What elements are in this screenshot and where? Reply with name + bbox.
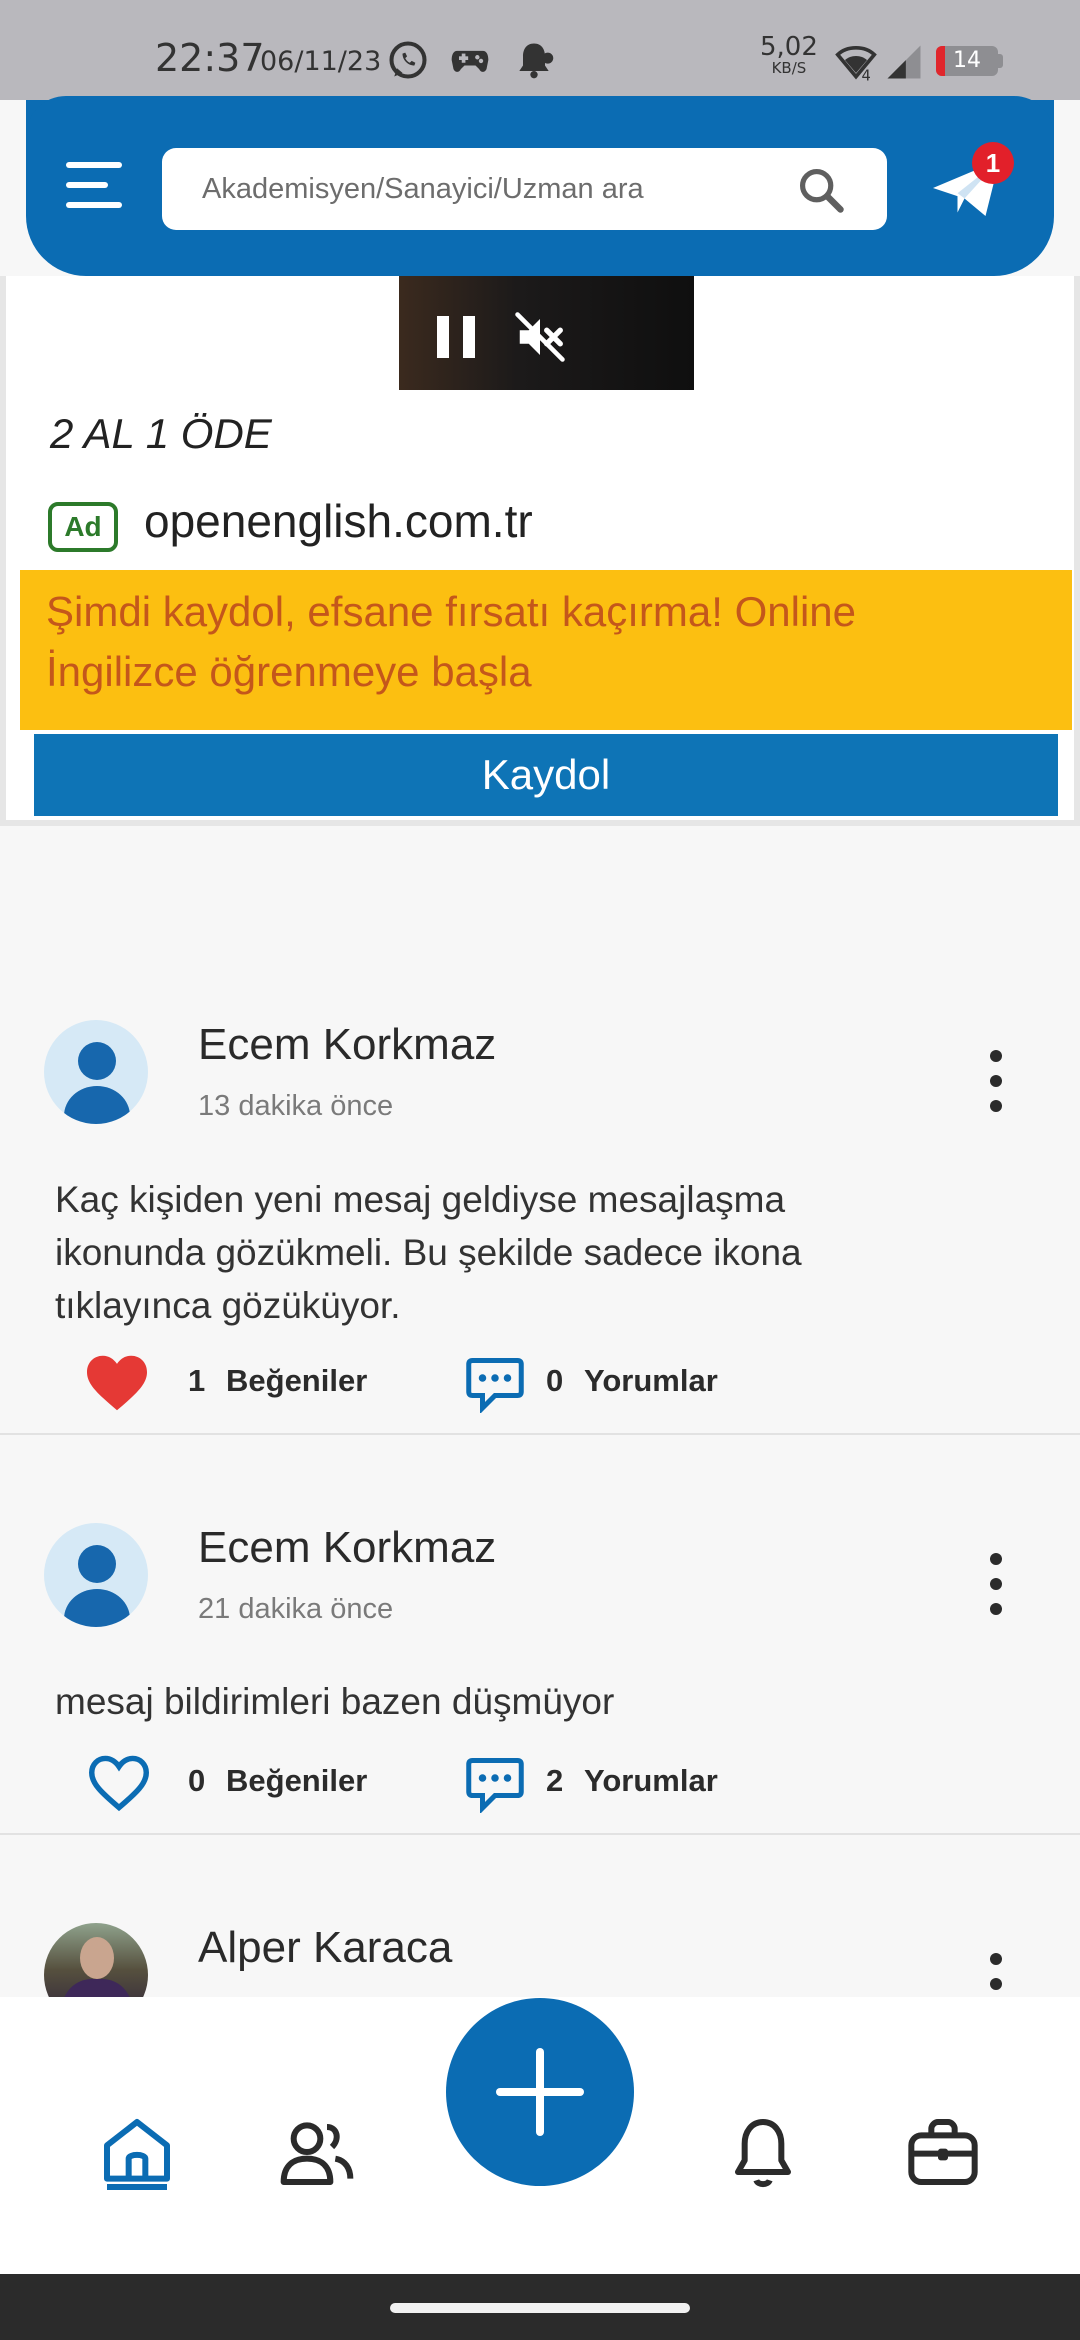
post-card: Alper Karaca [0, 1837, 1080, 1997]
battery-indicator: 14 [936, 46, 998, 76]
add-post-button[interactable] [446, 1998, 634, 2186]
home-icon[interactable] [97, 2112, 177, 2192]
comment-label: Yorumlar [584, 1363, 718, 1398]
post-text-line: tıklayınca gözüküyor. [55, 1285, 401, 1326]
briefcase-icon[interactable] [903, 2112, 983, 2192]
wifi-icon: 4 [835, 45, 877, 84]
post-author[interactable]: Alper Karaca [198, 1923, 452, 1973]
comment-button[interactable]: 0 Yorumlar [464, 1353, 764, 1413]
status-time: 22:37 [155, 36, 265, 80]
whatsapp-icon [389, 41, 427, 79]
post-text: Kaç kişiden yeni mesaj geldiyse mesajlaş… [55, 1173, 1035, 1332]
post-text: mesaj bildirimleri bazen düşmüyor [55, 1675, 1035, 1728]
menu-button[interactable] [66, 162, 122, 212]
game-controller-icon [451, 50, 489, 72]
ad-domain[interactable]: openenglish.com.tr [144, 494, 533, 548]
like-count: 1 [188, 1363, 206, 1398]
network-speed: 5,02 KB/S [760, 34, 818, 76]
post-text-line: ikonunda gözükmeli. Bu şekilde sadece ik… [55, 1232, 802, 1273]
search-bar [162, 148, 887, 230]
ad-video[interactable] [399, 276, 694, 390]
post-author[interactable]: Ecem Korkmaz [198, 1020, 496, 1070]
bell-icon[interactable] [723, 2112, 803, 2192]
ad-container[interactable]: 2 AL 1 ÖDE Ad openenglish.com.tr Şimdi k… [0, 276, 1080, 826]
comment-count: 2 [546, 1763, 564, 1798]
network-speed-value: 5,02 [760, 32, 818, 62]
pause-icon[interactable] [437, 316, 477, 358]
battery-percent: 14 [953, 48, 981, 73]
post-text-line: mesaj bildirimleri bazen düşmüyor [55, 1681, 615, 1722]
heart-icon [88, 1755, 150, 1812]
more-options-button[interactable] [976, 1553, 1016, 1617]
ad-headline: 2 AL 1 ÖDE [50, 410, 272, 457]
ad-label: Ad [48, 502, 118, 552]
notification-bell-icon [519, 43, 554, 79]
network-speed-unit: KB/S [771, 59, 807, 77]
message-badge: 1 [972, 142, 1014, 184]
home-gesture-pill[interactable] [390, 2303, 690, 2313]
app-header: 1 [26, 96, 1054, 276]
post-text-line: Kaç kişiden yeni mesaj geldiyse mesajlaş… [55, 1179, 786, 1220]
avatar[interactable] [44, 1523, 148, 1627]
more-options-button[interactable] [976, 1953, 1016, 1997]
like-button[interactable]: 1 Beğeniler [84, 1353, 384, 1413]
comment-button[interactable]: 2 Yorumlar [464, 1753, 764, 1813]
cellular-signal-icon [887, 45, 921, 79]
ad-banner-line: Şimdi kaydol, efsane fırsatı kaçırma! On… [46, 588, 856, 635]
status-date: 06/11/23 [260, 46, 382, 77]
heart-icon [87, 1355, 147, 1411]
battery-nub [998, 54, 1003, 68]
post-card: Ecem Korkmaz 21 dakika önce mesaj bildir… [0, 1437, 1080, 1835]
like-button[interactable]: 0 Beğeniler [86, 1753, 386, 1813]
avatar[interactable] [44, 1923, 148, 1997]
ad-banner-line: İngilizce öğrenmeye başla [46, 648, 532, 695]
like-label: Beğeniler [226, 1763, 368, 1798]
post-time: 21 dakika önce [198, 1593, 394, 1625]
comment-count: 0 [546, 1363, 564, 1398]
comment-bubble-icon [466, 1358, 524, 1413]
svg-text:4: 4 [862, 67, 871, 84]
post-time: 13 dakika önce [198, 1090, 394, 1122]
comment-label: Yorumlar [584, 1763, 718, 1798]
system-gesture-bar [0, 2274, 1080, 2340]
avatar[interactable] [44, 1020, 148, 1124]
search-icon[interactable] [795, 164, 847, 216]
status-bar: 22:37 06/11/23 5,02 KB/S 4 14 [0, 0, 1080, 100]
like-label: Beğeniler [226, 1363, 368, 1398]
people-icon[interactable] [277, 2112, 357, 2192]
ad-cta-button[interactable]: Kaydol [34, 734, 1058, 816]
comment-bubble-icon [466, 1758, 524, 1813]
more-options-button[interactable] [976, 1050, 1016, 1114]
like-count: 0 [188, 1763, 206, 1798]
search-input[interactable] [162, 148, 782, 230]
post-card: Ecem Korkmaz 13 dakika önce Kaç kişiden … [0, 990, 1080, 1435]
post-author[interactable]: Ecem Korkmaz [198, 1523, 496, 1573]
ad-banner[interactable]: Şimdi kaydol, efsane fırsatı kaçırma! On… [20, 570, 1072, 730]
mute-icon[interactable] [511, 310, 569, 364]
